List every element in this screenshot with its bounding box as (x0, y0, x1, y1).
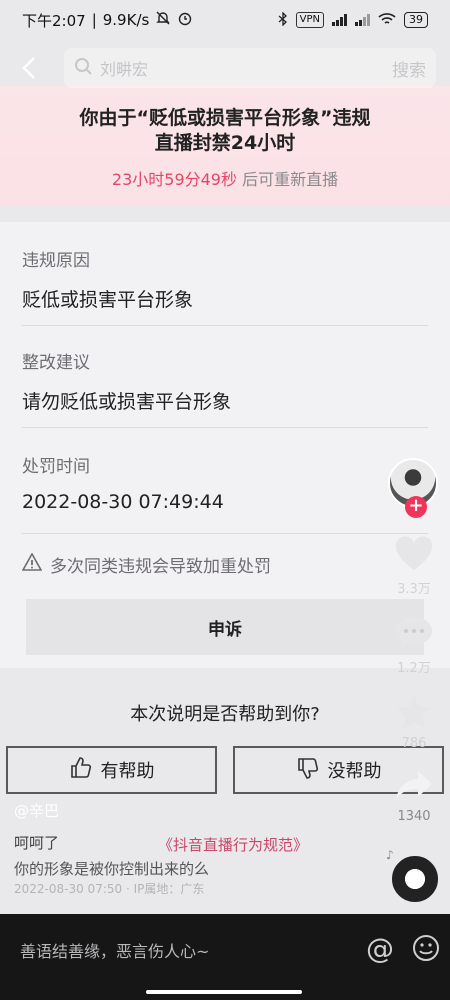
share-count: 1340 (397, 809, 431, 824)
like-count: 3.3万 (397, 582, 431, 597)
back-arrow-icon[interactable] (14, 53, 44, 83)
ban-notice-banner: 你由于“贬低或损害平台形象”违规 直播封禁24小时 23小时59分49秒 后可重… (0, 86, 450, 206)
reason-label: 违规原因 (22, 251, 90, 271)
like-button[interactable]: 3.3万 (388, 536, 440, 597)
search-button[interactable]: 搜索 (392, 56, 426, 81)
vpn-badge: VPN (295, 12, 324, 28)
comment-button[interactable]: 1.2万 (388, 615, 440, 676)
follow-plus-icon[interactable]: + (405, 496, 427, 518)
help-question: 本次说明是否帮助到你? (130, 704, 320, 725)
thumbs-down-icon (296, 756, 320, 785)
comment-count: 1.2万 (397, 661, 431, 676)
comment-author[interactable]: @辛巴 (14, 800, 59, 821)
comment-input[interactable]: 善语结善缘，恶言伤人心~ (20, 938, 209, 962)
countdown-suffix: 后可重新直播 (237, 170, 339, 189)
alarm-icon (177, 10, 193, 30)
countdown-time: 23小时59分49秒 (111, 170, 237, 189)
music-note-icon: ♪ (386, 848, 394, 862)
warning-row: 多次同类违规会导致加重处罚 (21, 552, 428, 577)
action-rail: + 3.3万 1.2万 786 1340 (388, 458, 440, 824)
helpful-button[interactable]: 有帮助 (6, 746, 217, 794)
status-time: 下午2:07 (22, 11, 86, 30)
appeal-button[interactable]: 申诉 (26, 599, 424, 655)
thumbs-up-icon (69, 756, 93, 785)
mention-at-icon[interactable]: @ (366, 932, 394, 965)
signal-icon-2 (355, 14, 370, 26)
home-indicator (146, 990, 302, 994)
reason-value: 贬低或损害平台形象 (22, 289, 194, 311)
comment-line-2: 你的形象是被你控制出来的么 (14, 860, 210, 878)
search-query: 刘畊宏 (100, 60, 149, 79)
share-button[interactable]: 1340 (388, 769, 440, 824)
star-icon (395, 694, 433, 734)
favorite-button[interactable]: 786 (388, 694, 440, 751)
ban-countdown: 23小时59分49秒 后可重新直播 (0, 166, 450, 190)
advice-value: 请勿贬低或损害平台形象 (22, 391, 232, 413)
reason-section: 违规原因 贬低或损害平台形象 (22, 222, 428, 326)
search-input[interactable]: 刘畊宏 搜索 (64, 48, 436, 88)
time-section: 处罚时间 2022-08-30 07:49:44 (22, 428, 428, 534)
helpful-label: 有帮助 (100, 761, 155, 782)
ban-title-line1: 你由于“贬低或损害平台形象”违规 (79, 107, 371, 129)
time-label: 处罚时间 (22, 457, 90, 477)
rules-link[interactable]: 《抖音直播行为规范》 (158, 834, 308, 855)
emoji-icon[interactable] (412, 934, 440, 966)
music-disc[interactable] (392, 856, 438, 902)
network-speed: 9.9K/s (102, 11, 150, 29)
not-helpful-label: 没帮助 (327, 761, 382, 782)
warning-icon (21, 552, 43, 576)
ban-title-line2: 直播封禁24小时 (154, 132, 296, 154)
signal-icon (332, 14, 347, 26)
heart-icon (394, 536, 434, 576)
search-icon (74, 57, 92, 79)
advice-label: 整改建议 (22, 353, 90, 373)
comment-meta: 2022-08-30 07:50 · IP属地：广东 (14, 882, 205, 896)
help-feedback-buttons: 有帮助 没帮助 (6, 746, 444, 794)
time-value: 2022-08-30 07:49:44 (22, 491, 224, 513)
comment-bubble-icon (394, 615, 434, 655)
violation-detail-card: 违规原因 贬低或损害平台形象 整改建议 请勿贬低或损害平台形象 处罚时间 202… (0, 222, 450, 668)
wifi-icon (378, 12, 396, 29)
bottom-comment-bar: 善语结善缘，恶言伤人心~ @ (0, 914, 450, 1000)
favorite-count: 786 (401, 736, 427, 751)
comment-line-1: 呵呵了 (14, 834, 60, 852)
warning-text: 多次同类违规会导致加重处罚 (50, 557, 271, 577)
advice-section: 整改建议 请勿贬低或损害平台形象 (22, 326, 428, 428)
battery-indicator: 39 (404, 12, 428, 28)
status-bar: 下午2:07 | 9.9K/s VPN 39 (0, 0, 450, 40)
share-arrow-icon (394, 769, 434, 807)
mute-icon (155, 10, 171, 30)
bluetooth-icon (278, 10, 288, 29)
search-header: 刘畊宏 搜索 (0, 40, 450, 96)
creator-avatar[interactable]: + (388, 458, 438, 518)
